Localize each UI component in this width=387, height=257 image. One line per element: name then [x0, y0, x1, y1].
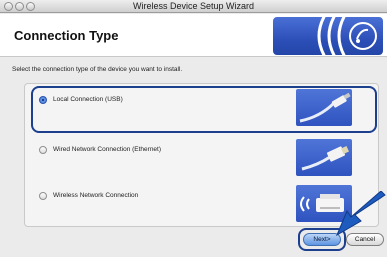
- title-bar: Wireless Device Setup Wizard: [0, 0, 387, 13]
- radio-wireless[interactable]: [39, 192, 47, 200]
- pointer-arrow-icon: [317, 190, 387, 239]
- option-wired-ethernet[interactable]: Wired Network Connection (Ethernet): [25, 135, 380, 179]
- page-title: Connection Type: [14, 28, 119, 43]
- wireless-logo-icon: [273, 17, 383, 55]
- option-label-wired-ethernet: Wired Network Connection (Ethernet): [53, 146, 162, 153]
- ethernet-cable-icon: [296, 139, 352, 176]
- selected-option-highlight: [31, 86, 377, 133]
- instruction-text: Select the connection type of the device…: [12, 66, 183, 73]
- option-label-wireless: Wireless Network Connection: [53, 192, 139, 199]
- window-title: Wireless Device Setup Wizard: [132, 1, 255, 11]
- radio-wired-ethernet[interactable]: [39, 146, 47, 154]
- wizard-header: Connection Type: [0, 14, 387, 57]
- wizard-window: Wireless Device Setup Wizard Connection …: [0, 0, 387, 257]
